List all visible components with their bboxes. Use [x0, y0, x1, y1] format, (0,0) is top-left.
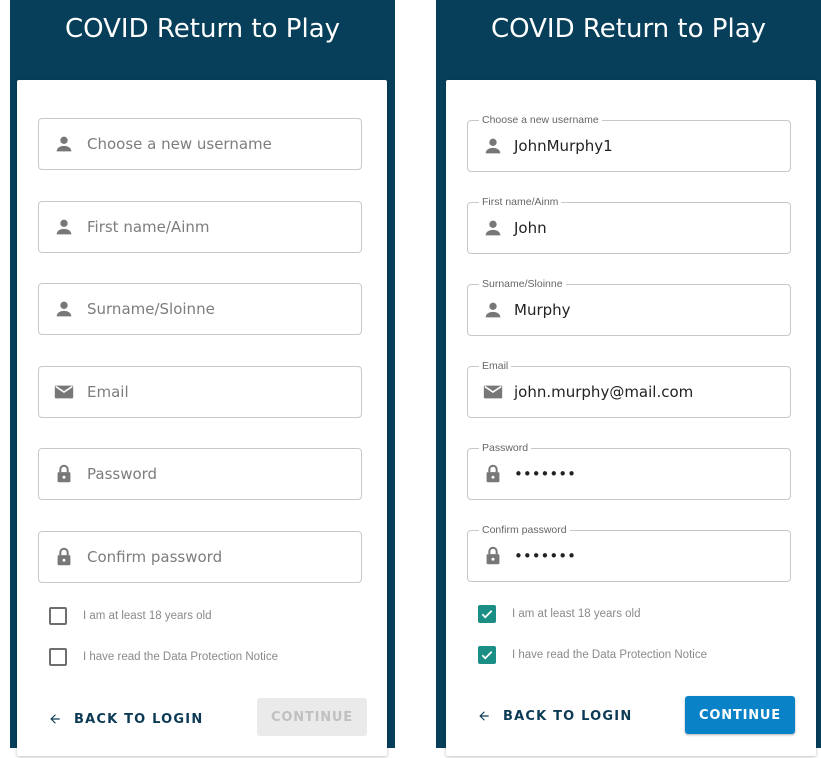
signup-card: Choose a new username JohnMurphy1 First …	[446, 80, 816, 756]
first-name-field[interactable]: First name/Ainm	[38, 201, 362, 253]
lock-icon	[53, 463, 75, 485]
lock-icon	[482, 463, 504, 485]
dpn-check-label: I have read the Data Protection Notice	[83, 651, 278, 663]
age-check-row: I am at least 18 years old	[49, 606, 211, 626]
age-check-row: I am at least 18 years old	[478, 604, 640, 624]
back-to-login-button[interactable]: BACK TO LOGIN	[48, 708, 203, 730]
continue-button[interactable]: CONTINUE	[257, 698, 367, 736]
email-label: Email	[479, 360, 512, 372]
dpn-checkbox[interactable]	[478, 646, 496, 664]
username-value: JohnMurphy1	[514, 137, 613, 155]
surname-field[interactable]: Surname/Sloinne	[38, 283, 362, 335]
continue-label: CONTINUE	[699, 707, 781, 723]
age-check-label: I am at least 18 years old	[512, 608, 641, 620]
back-to-login-label: BACK TO LOGIN	[503, 708, 633, 724]
continue-button[interactable]: CONTINUE	[685, 696, 795, 734]
person-icon	[482, 217, 504, 239]
password-field[interactable]: Password	[38, 448, 362, 500]
username-placeholder: Choose a new username	[87, 135, 272, 153]
arrow-left-icon	[479, 711, 489, 721]
back-to-login-button[interactable]: BACK TO LOGIN	[477, 705, 632, 727]
person-icon	[482, 299, 504, 321]
dpn-check-row: I have read the Data Protection Notice	[49, 647, 278, 667]
confirm-password-field[interactable]: Confirm password •••••••	[467, 524, 791, 582]
filled-form-panel: COVID Return to Play Choose a new userna…	[426, 0, 821, 758]
username-field[interactable]: Choose a new username	[38, 118, 362, 170]
age-check-label: I am at least 18 years old	[83, 610, 212, 622]
first-name-placeholder: First name/Ainm	[87, 218, 210, 236]
surname-placeholder: Surname/Sloinne	[87, 300, 215, 318]
page-title: COVID Return to Play	[64, 14, 341, 44]
dpn-check-row: I have read the Data Protection Notice	[478, 645, 707, 665]
mail-icon	[482, 381, 504, 403]
age-checkbox[interactable]	[49, 607, 67, 625]
empty-form-panel: COVID Return to Play Choose a new userna…	[0, 0, 395, 758]
surname-label: Surname/Sloinne	[479, 278, 566, 290]
person-icon	[53, 216, 75, 238]
mail-icon	[53, 381, 75, 403]
first-name-field[interactable]: First name/Ainm John	[467, 196, 791, 254]
username-label: Choose a new username	[479, 114, 602, 126]
arrow-left-icon	[50, 714, 60, 724]
confirm-password-placeholder: Confirm password	[87, 548, 223, 566]
email-value: john.murphy@mail.com	[514, 383, 694, 401]
check-icon	[481, 610, 493, 619]
email-field[interactable]: Email	[38, 366, 362, 418]
person-icon	[53, 133, 75, 155]
signup-card: Choose a new username First name/Ainm Su…	[17, 80, 387, 756]
age-checkbox[interactable]	[478, 605, 496, 623]
dpn-check-label: I have read the Data Protection Notice	[512, 649, 707, 661]
confirm-password-field[interactable]: Confirm password	[38, 531, 362, 583]
username-field[interactable]: Choose a new username JohnMurphy1	[467, 114, 791, 172]
surname-field[interactable]: Surname/Sloinne Murphy	[467, 278, 791, 336]
person-icon	[482, 135, 504, 157]
page-title: COVID Return to Play	[490, 14, 767, 44]
email-placeholder: Email	[87, 383, 129, 401]
dpn-checkbox[interactable]	[49, 648, 67, 666]
person-icon	[53, 298, 75, 320]
password-field[interactable]: Password •••••••	[467, 442, 791, 500]
confirm-password-value: •••••••	[514, 547, 576, 565]
lock-icon	[482, 545, 504, 567]
password-value: •••••••	[514, 465, 576, 483]
continue-label: CONTINUE	[271, 709, 353, 725]
back-to-login-label: BACK TO LOGIN	[74, 711, 204, 727]
first-name-value: John	[514, 219, 547, 237]
password-label: Password	[479, 442, 532, 454]
first-name-label: First name/Ainm	[479, 196, 562, 208]
password-placeholder: Password	[87, 465, 158, 483]
email-field[interactable]: Email john.murphy@mail.com	[467, 360, 791, 418]
lock-icon	[53, 546, 75, 568]
check-icon	[481, 651, 493, 660]
confirm-password-label: Confirm password	[479, 524, 570, 536]
surname-value: Murphy	[514, 301, 571, 319]
